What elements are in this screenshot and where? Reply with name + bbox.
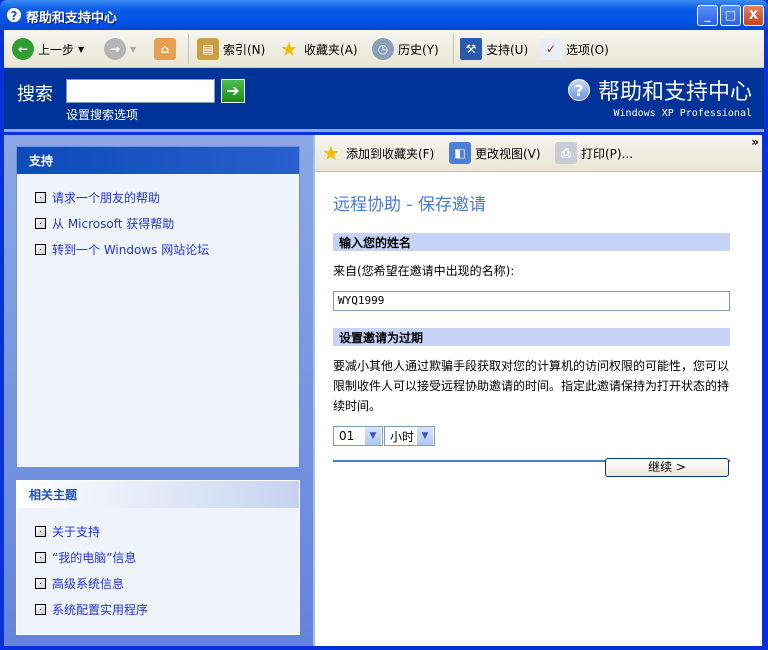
unit-select[interactable]: 小时 ▼ bbox=[384, 426, 435, 446]
link-label: 关于支持 bbox=[52, 524, 101, 539]
separator bbox=[453, 34, 454, 64]
search-band: 搜索 ➔ 设置搜索选项 ? 帮助和支持中心 Windows XP Professi… bbox=[4, 68, 764, 132]
history-button[interactable]: ◷ 历史(Y) bbox=[372, 38, 439, 60]
book-icon: ▤ bbox=[197, 38, 219, 60]
brand-subtitle: Windows XP Professional bbox=[613, 108, 752, 119]
maximize-button[interactable]: □ bbox=[720, 5, 741, 26]
bullet-icon bbox=[35, 191, 46, 203]
dropdown-icon: ▼ bbox=[78, 44, 85, 54]
home-button[interactable]: ⌂ bbox=[154, 38, 176, 60]
close-button[interactable]: X bbox=[743, 5, 764, 26]
link-label: 请求一个朋友的帮助 bbox=[52, 190, 161, 205]
expiry-description: 要减小其他人通过欺骗手段获取对您的计算机的访问权限的可能性，您可以限制收件人可以… bbox=[333, 359, 730, 413]
index-label: 索引(N) bbox=[223, 42, 266, 57]
bullet-icon bbox=[35, 603, 46, 615]
related-link[interactable]: 关于支持 bbox=[17, 518, 299, 544]
bullet-icon bbox=[35, 577, 46, 589]
support-link[interactable]: 请求一个朋友的帮助 bbox=[17, 184, 299, 210]
duration-value: 01 bbox=[339, 429, 355, 443]
link-label: 转到一个 Windows 网站论坛 bbox=[52, 242, 210, 257]
separator bbox=[188, 34, 189, 64]
support-button[interactable]: ⚒ 支持(U) bbox=[460, 38, 528, 60]
search-label: 搜索 bbox=[17, 84, 53, 105]
star-icon: ★ bbox=[280, 37, 298, 61]
star-add-icon: ★ bbox=[322, 141, 340, 165]
chevron-down-icon: ▼ bbox=[417, 427, 433, 445]
page-title: 远程协助 - 保存邀请 bbox=[333, 195, 486, 215]
unit-value: 小时 bbox=[390, 429, 415, 444]
left-pane: 支持 请求一个朋友的帮助 从 Microsoft 获得帮助 转到一个 Windo… bbox=[4, 135, 313, 646]
link-label: 从 Microsoft 获得帮助 bbox=[52, 216, 175, 231]
add-favorites-button[interactable]: ★ 添加到收藏夹(F) bbox=[320, 142, 434, 164]
related-panel-title: 相关主题 bbox=[17, 481, 299, 508]
link-label: “我的电脑”信息 bbox=[52, 550, 137, 565]
search-input[interactable] bbox=[66, 79, 215, 103]
search-go-button[interactable]: ➔ bbox=[221, 79, 245, 103]
content-body: 远程协助 - 保存邀请 输入您的姓名 来自(您希望在邀请中出现的名称): WYQ… bbox=[333, 190, 730, 462]
content-toolbar: ★ 添加到收藏夹(F) ◧ 更改视图(V) ⎙ 打印(P)... » bbox=[315, 135, 762, 172]
change-view-icon: ◧ bbox=[449, 142, 471, 164]
help-icon: ? bbox=[567, 79, 590, 101]
index-button[interactable]: ▤ 索引(N) bbox=[197, 38, 265, 60]
forward-button[interactable]: → ▼ bbox=[104, 38, 136, 60]
support-panel: 支持 请求一个朋友的帮助 从 Microsoft 获得帮助 转到一个 Windo… bbox=[16, 146, 300, 468]
from-label: 来自(您希望在邀请中出现的名称): bbox=[333, 264, 515, 278]
support-icon: ⚒ bbox=[460, 38, 482, 60]
bullet-icon bbox=[35, 243, 46, 255]
search-options-link[interactable]: 设置搜索选项 bbox=[66, 106, 138, 123]
dropdown-icon: ▼ bbox=[130, 44, 137, 54]
brand-title: 帮助和支持中心 bbox=[597, 80, 752, 105]
options-button[interactable]: ✓ 选项(O) bbox=[540, 38, 609, 60]
printer-icon: ⎙ bbox=[555, 142, 577, 164]
bullet-icon bbox=[35, 525, 46, 537]
help-icon: ? bbox=[6, 7, 22, 23]
chevron-down-icon: ▼ bbox=[365, 427, 381, 445]
bullet-icon bbox=[35, 551, 46, 563]
add-favorites-label: 添加到收藏夹(F) bbox=[346, 146, 435, 161]
back-label: 上一步 bbox=[38, 42, 75, 57]
options-checklist-icon: ✓ bbox=[540, 38, 562, 60]
change-view-button[interactable]: ◧ 更改视图(V) bbox=[449, 142, 541, 164]
section-header-expiry: 设置邀请为过期 bbox=[333, 328, 730, 346]
favorites-label: 收藏夹(A) bbox=[304, 42, 358, 57]
support-link[interactable]: 转到一个 Windows 网站论坛 bbox=[17, 236, 299, 262]
link-label: 高级系统信息 bbox=[52, 576, 125, 591]
brand: ? 帮助和支持中心 bbox=[567, 74, 752, 106]
favorites-button[interactable]: ★ 收藏夹(A) bbox=[278, 38, 358, 60]
content-pane: ★ 添加到收藏夹(F) ◧ 更改视图(V) ⎙ 打印(P)... » 远程协助 - 保… bbox=[313, 135, 762, 646]
print-button[interactable]: ⎙ 打印(P)... bbox=[555, 142, 633, 164]
support-panel-title: 支持 bbox=[17, 147, 299, 174]
options-label: 选项(O) bbox=[566, 42, 609, 57]
related-link[interactable]: “我的电脑”信息 bbox=[17, 544, 299, 570]
history-icon: ◷ bbox=[372, 38, 394, 60]
back-button[interactable]: ← 上一步 ▼ bbox=[12, 38, 84, 60]
support-link[interactable]: 从 Microsoft 获得帮助 bbox=[17, 210, 299, 236]
support-label: 支持(U) bbox=[486, 42, 529, 57]
main-toolbar: ← 上一步 ▼ → ▼ ⌂ ▤ 索引(N) ★ 收藏夹(A) ◷ 历史(Y) ⚒ 支持(U) … bbox=[4, 30, 764, 68]
related-link[interactable]: 系统配置实用程序 bbox=[17, 596, 299, 622]
window-title: 帮助和支持中心 bbox=[26, 11, 118, 26]
continue-button[interactable]: 继续 > bbox=[605, 458, 729, 477]
duration-select[interactable]: 01 ▼ bbox=[333, 426, 383, 446]
related-link[interactable]: 高级系统信息 bbox=[17, 570, 299, 596]
back-arrow-icon: ← bbox=[12, 38, 34, 60]
minimize-button[interactable]: _ bbox=[697, 5, 718, 26]
change-view-label: 更改视图(V) bbox=[475, 146, 541, 161]
section-header-name: 输入您的姓名 bbox=[333, 233, 730, 251]
related-panel: 相关主题 关于支持 “我的电脑”信息 高级系统信息 系统配置实用程序 bbox=[16, 480, 300, 635]
forward-arrow-icon: → bbox=[104, 38, 126, 60]
print-label: 打印(P)... bbox=[581, 146, 634, 161]
toolbar-overflow-button[interactable]: » bbox=[751, 135, 759, 149]
home-icon: ⌂ bbox=[154, 38, 176, 60]
link-label: 系统配置实用程序 bbox=[52, 602, 149, 617]
history-label: 历史(Y) bbox=[398, 42, 439, 57]
title-bar: ? 帮助和支持中心 _ □ X bbox=[0, 0, 768, 30]
bullet-icon bbox=[35, 217, 46, 229]
name-input[interactable]: WYQ1999 bbox=[333, 291, 730, 311]
